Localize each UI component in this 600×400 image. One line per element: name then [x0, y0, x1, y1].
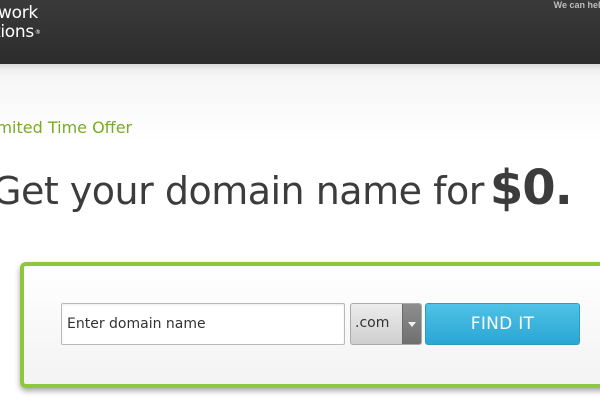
tld-selected-value: .com	[355, 315, 390, 331]
trademark-symbol: ®	[34, 29, 41, 36]
domain-search-panel: .com FIND IT	[20, 262, 600, 388]
logo-text-line-2-word: tions	[0, 22, 34, 42]
headline-price: $0.	[489, 160, 573, 216]
company-logo[interactable]: work tions®	[0, 4, 41, 42]
header-divider-bar	[0, 64, 600, 78]
headline: Get your domain name for $0.	[0, 160, 573, 216]
tld-dropdown[interactable]: .com	[350, 303, 422, 345]
logo-text-line-2: tions®	[0, 23, 41, 42]
domain-search-input[interactable]	[61, 303, 345, 345]
site-header: work tions® We can help	[0, 0, 600, 64]
headline-text: Get your domain name for	[0, 169, 484, 213]
tld-dropdown-toggle[interactable]	[402, 304, 421, 344]
logo-text-line-1: work	[0, 3, 38, 23]
offer-label: imited Time Offer	[0, 118, 133, 137]
find-it-button[interactable]: FIND IT	[425, 303, 580, 345]
help-text[interactable]: We can help	[554, 0, 600, 10]
chevron-down-icon	[408, 322, 416, 327]
